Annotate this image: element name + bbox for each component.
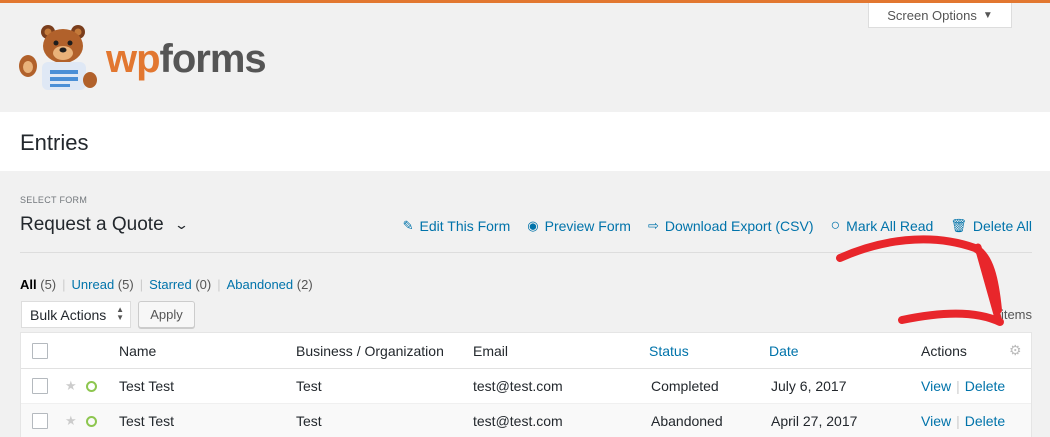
cell-status: Completed	[651, 378, 719, 394]
wpforms-logo: wpforms	[18, 22, 267, 92]
row-checkbox-cell	[32, 369, 48, 403]
export-icon: ⇨	[647, 218, 659, 233]
download-export-link[interactable]: ⇨ Download Export (CSV)	[648, 217, 814, 235]
action-separator: |	[956, 378, 960, 394]
unread-indicator[interactable]	[86, 369, 97, 403]
filter-unread-label[interactable]: Unread	[72, 277, 115, 292]
mark-all-read-label: Mark All Read	[846, 218, 934, 234]
filter-abandoned-label[interactable]: Abandoned	[227, 277, 294, 292]
preview-form-link[interactable]: ◉ Preview Form	[527, 217, 631, 235]
bear-mascot-icon	[18, 22, 102, 92]
select-all-checkbox[interactable]	[32, 342, 48, 359]
filter-separator: |	[139, 277, 144, 292]
bulk-actions-select[interactable]: Bulk Actions ▲ ▼	[21, 301, 131, 328]
filter-unread-count: (5)	[117, 277, 134, 292]
cell-email: test@test.com	[473, 413, 563, 429]
divider	[20, 252, 1032, 253]
cell-actions: View | Delete	[921, 404, 1005, 437]
column-header-email: Email	[473, 342, 509, 359]
cell-name: Test Test	[119, 378, 174, 394]
mark-all-read-link[interactable]: ○ Mark All Read	[831, 217, 934, 235]
table-row: ★ Test Test Test test@test.com Abandoned…	[21, 404, 1031, 437]
select-arrows-icon: ▲ ▼	[116, 305, 124, 322]
filter-unread[interactable]: Unread (5)	[72, 277, 134, 292]
chevron-down-icon: ⌄	[173, 217, 189, 232]
cell-status: Abandoned	[651, 413, 723, 429]
gear-icon[interactable]: ⚙	[1009, 333, 1022, 368]
row-checkbox-cell	[32, 404, 48, 437]
form-selector-value: Request a Quote	[20, 214, 164, 235]
cell-date: April 27, 2017	[771, 413, 858, 429]
page-title-band: Entries	[0, 112, 1050, 171]
caret-down-icon: ▼	[982, 9, 993, 21]
delete-link[interactable]: Delete	[965, 378, 1005, 394]
filter-starred-count: (0)	[195, 277, 212, 292]
filter-abandoned-count: (2)	[296, 277, 313, 292]
row-checkbox[interactable]	[32, 378, 48, 394]
eye-icon: ◉	[527, 218, 539, 233]
form-toolbar: ✎ Edit This Form ◉ Preview Form ⇨ Downlo…	[403, 217, 1032, 235]
filter-separator: |	[217, 277, 221, 292]
filter-all-count: (5)	[40, 277, 57, 292]
filter-all-label: All	[20, 277, 37, 292]
edit-form-link[interactable]: ✎ Edit This Form	[403, 217, 511, 235]
filter-starred[interactable]: Starred (0)	[149, 277, 211, 292]
column-header-date[interactable]: Date	[769, 333, 799, 368]
page-title: Entries	[20, 130, 89, 155]
cell-actions: View | Delete	[921, 369, 1005, 403]
edit-form-label: Edit This Form	[419, 218, 511, 234]
logo-forms-text: forms	[159, 36, 267, 81]
logo-wordmark: wpforms	[106, 36, 267, 82]
table-row: ★ Test Test Test test@test.com Completed…	[21, 369, 1031, 404]
select-form-label: SELECT FORM	[20, 195, 88, 205]
column-header-actions: Actions	[921, 342, 967, 359]
cell-name: Test Test	[119, 413, 174, 429]
screen-options-button[interactable]: Screen Options ▼	[868, 3, 1012, 28]
delete-all-label: Delete All	[972, 218, 1032, 234]
screen-options-label: Screen Options	[887, 7, 977, 23]
form-selector-dropdown[interactable]: Request a Quote ⌄	[20, 214, 189, 236]
view-link[interactable]: View	[921, 413, 951, 429]
column-header-status[interactable]: Status	[649, 333, 689, 368]
entry-filters: All (5) | Unread (5) | Starred (0) | Aba…	[20, 277, 313, 292]
view-link[interactable]: View	[921, 378, 951, 394]
unread-circle-icon	[86, 380, 97, 392]
trash-icon: 🗑	[950, 218, 967, 233]
select-all-cell	[32, 333, 48, 368]
preview-form-label: Preview Form	[544, 218, 631, 234]
unread-circle-icon	[86, 415, 97, 427]
bulk-actions-value: Bulk Actions	[30, 306, 107, 323]
items-count: items	[1000, 307, 1032, 322]
cell-business: Test	[296, 378, 322, 394]
cell-email: test@test.com	[473, 378, 563, 394]
filter-starred-label[interactable]: Starred	[149, 277, 192, 292]
delete-all-link[interactable]: 🗑 Delete All	[950, 217, 1032, 235]
download-export-label: Download Export (CSV)	[664, 218, 814, 234]
entries-table: Name Business / Organization Email Statu…	[20, 332, 1032, 437]
filter-separator: |	[62, 277, 66, 292]
filter-all[interactable]: All (5)	[20, 277, 56, 292]
star-icon[interactable]: ★	[65, 404, 77, 437]
column-header-business: Business / Organization	[296, 342, 444, 359]
action-separator: |	[956, 413, 960, 429]
filter-abandoned[interactable]: Abandoned (2)	[227, 277, 313, 292]
cell-business: Test	[296, 413, 322, 429]
table-header-row: Name Business / Organization Email Statu…	[21, 333, 1031, 369]
star-icon[interactable]: ★	[65, 369, 77, 403]
cell-date: July 6, 2017	[771, 378, 847, 394]
row-checkbox[interactable]	[32, 413, 48, 429]
pencil-icon: ✎	[402, 218, 414, 233]
circle-icon: ○	[830, 217, 841, 234]
column-header-name: Name	[119, 342, 157, 359]
delete-link[interactable]: Delete	[965, 413, 1005, 429]
unread-indicator[interactable]	[86, 404, 97, 437]
apply-button[interactable]: Apply	[138, 301, 195, 328]
logo-wp-text: wp	[106, 36, 161, 81]
